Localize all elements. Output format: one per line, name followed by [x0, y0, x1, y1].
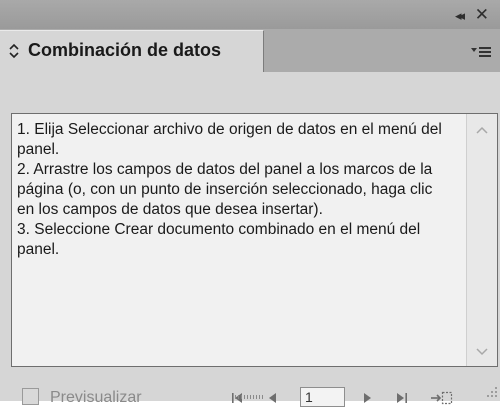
scroll-up-icon[interactable]	[476, 126, 488, 134]
data-merge-panel: ◂◂ ✕ Combinación de datos 1. Elija Selec…	[0, 0, 500, 407]
page-number-field[interactable]: 1	[300, 387, 345, 407]
resize-gripper[interactable]	[235, 395, 265, 399]
panel-menu-icon[interactable]	[470, 44, 492, 60]
up-down-arrows-icon[interactable]	[8, 42, 20, 60]
resize-corner-icon[interactable]	[484, 384, 498, 398]
previous-record-icon[interactable]	[266, 389, 278, 407]
instructions-box: 1. Elija Seleccionar archivo de origen d…	[11, 113, 498, 367]
create-merged-document-icon[interactable]	[430, 389, 454, 407]
preview-label: Previsualizar	[50, 389, 142, 406]
panel-title: Combinación de datos	[28, 40, 222, 60]
vertical-scrollbar[interactable]	[466, 114, 497, 366]
next-record-icon[interactable]	[362, 389, 374, 407]
scroll-down-icon[interactable]	[476, 348, 488, 356]
preview-checkbox[interactable]	[22, 388, 39, 405]
last-record-icon[interactable]	[395, 389, 409, 407]
panel-titlebar[interactable]: ◂◂ ✕	[0, 0, 500, 30]
close-icon[interactable]: ✕	[475, 5, 489, 25]
instructions-text: 1. Elija Seleccionar archivo de origen d…	[17, 121, 442, 258]
tab-data-merge[interactable]: Combinación de datos	[0, 30, 264, 72]
double-chevron-left-icon[interactable]: ◂◂	[455, 8, 465, 24]
